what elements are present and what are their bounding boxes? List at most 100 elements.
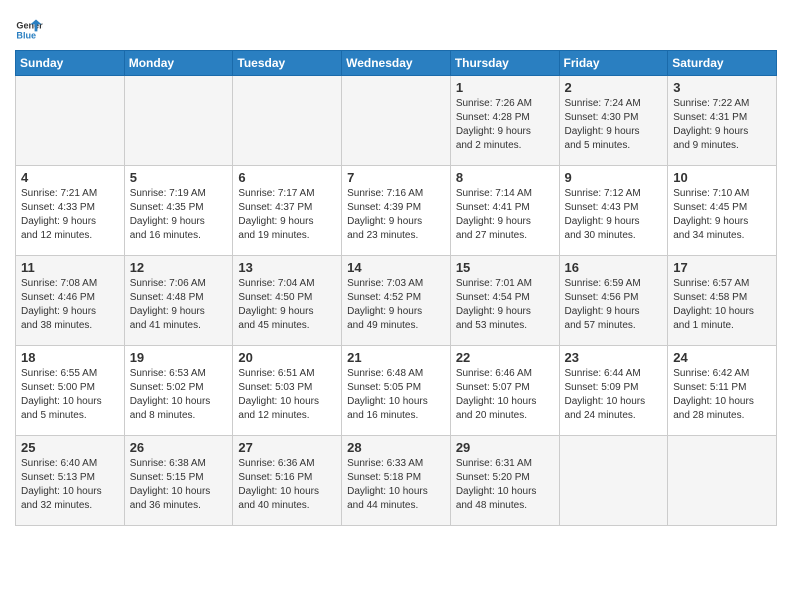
- calendar-cell: 2 Sunrise: 7:24 AM Sunset: 4:30 PM Daylig…: [559, 76, 668, 166]
- weekday-header-sunday: Sunday: [16, 51, 125, 76]
- day-info: Sunrise: 7:14 AM Sunset: 4:41 PM Dayligh…: [456, 187, 554, 243]
- calendar-cell: 21 Sunrise: 6:48 AM Sunset: 5:05 PM Dayli…: [342, 346, 451, 436]
- day-info: Sunrise: 6:48 AM Sunset: 5:05 PM Dayligh…: [347, 367, 445, 423]
- calendar-cell: 1 Sunrise: 7:26 AM Sunset: 4:28 PM Daylig…: [450, 76, 559, 166]
- day-info: Sunrise: 7:22 AM Sunset: 4:31 PM Dayligh…: [673, 97, 771, 153]
- calendar-cell: 6 Sunrise: 7:17 AM Sunset: 4:37 PM Daylig…: [233, 166, 342, 256]
- calendar-cell: 5 Sunrise: 7:19 AM Sunset: 4:35 PM Daylig…: [124, 166, 233, 256]
- svg-text:General: General: [16, 21, 43, 31]
- day-number: 12: [130, 260, 228, 275]
- day-number: 13: [238, 260, 336, 275]
- day-info: Sunrise: 7:03 AM Sunset: 4:52 PM Dayligh…: [347, 277, 445, 333]
- day-info: Sunrise: 7:08 AM Sunset: 4:46 PM Dayligh…: [21, 277, 119, 333]
- day-info: Sunrise: 7:04 AM Sunset: 4:50 PM Dayligh…: [238, 277, 336, 333]
- calendar-cell: 14Sunrise: 7:03 AM Sunset: 4:52 PM Dayli…: [342, 256, 451, 346]
- calendar-cell: 29 Sunrise: 6:31 AM Sunset: 5:20 PM Dayli…: [450, 436, 559, 526]
- day-number: 16: [565, 260, 663, 275]
- day-info: Sunrise: 7:17 AM Sunset: 4:37 PM Dayligh…: [238, 187, 336, 243]
- calendar-week-row: 11 Sunrise: 7:08 AM Sunset: 4:46 PM Dayli…: [16, 256, 777, 346]
- day-info: Sunrise: 7:19 AM Sunset: 4:35 PM Dayligh…: [130, 187, 228, 243]
- svg-text:Blue: Blue: [16, 30, 36, 40]
- day-number: 6: [238, 170, 336, 185]
- calendar-cell: 22 Sunrise: 6:46 AM Sunset: 5:07 PM Dayli…: [450, 346, 559, 436]
- day-number: 24: [673, 350, 771, 365]
- weekday-header-wednesday: Wednesday: [342, 51, 451, 76]
- calendar-cell: 3 Sunrise: 7:22 AM Sunset: 4:31 PM Daylig…: [668, 76, 777, 166]
- calendar-cell: 7Sunrise: 7:16 AM Sunset: 4:39 PM Daylig…: [342, 166, 451, 256]
- day-number: 17: [673, 260, 771, 275]
- day-number: 29: [456, 440, 554, 455]
- calendar-cell: 17 Sunrise: 6:57 AM Sunset: 4:58 PM Dayli…: [668, 256, 777, 346]
- day-info: Sunrise: 6:57 AM Sunset: 4:58 PM Dayligh…: [673, 277, 771, 333]
- day-number: 10: [673, 170, 771, 185]
- weekday-header-tuesday: Tuesday: [233, 51, 342, 76]
- calendar-cell: 10 Sunrise: 7:10 AM Sunset: 4:45 PM Dayli…: [668, 166, 777, 256]
- day-info: Sunrise: 7:10 AM Sunset: 4:45 PM Dayligh…: [673, 187, 771, 243]
- calendar-cell: 18 Sunrise: 6:55 AM Sunset: 5:00 PM Dayli…: [16, 346, 125, 436]
- day-info: Sunrise: 6:33 AM Sunset: 5:18 PM Dayligh…: [347, 457, 445, 513]
- day-info: Sunrise: 7:24 AM Sunset: 4:30 PM Dayligh…: [565, 97, 663, 153]
- calendar-cell: 11 Sunrise: 7:08 AM Sunset: 4:46 PM Dayli…: [16, 256, 125, 346]
- weekday-header-row: SundayMondayTuesdayWednesdayThursdayFrid…: [16, 51, 777, 76]
- day-info: Sunrise: 7:21 AM Sunset: 4:33 PM Dayligh…: [21, 187, 119, 243]
- day-info: Sunrise: 6:53 AM Sunset: 5:02 PM Dayligh…: [130, 367, 228, 423]
- calendar-week-row: 1 Sunrise: 7:26 AM Sunset: 4:28 PM Daylig…: [16, 76, 777, 166]
- day-info: Sunrise: 6:51 AM Sunset: 5:03 PM Dayligh…: [238, 367, 336, 423]
- day-info: Sunrise: 6:55 AM Sunset: 5:00 PM Dayligh…: [21, 367, 119, 423]
- day-number: 4: [21, 170, 119, 185]
- calendar-table: SundayMondayTuesdayWednesdayThursdayFrid…: [15, 50, 777, 526]
- day-number: 28: [347, 440, 445, 455]
- day-number: 21: [347, 350, 445, 365]
- day-info: Sunrise: 7:26 AM Sunset: 4:28 PM Dayligh…: [456, 97, 554, 153]
- day-number: 3: [673, 80, 771, 95]
- day-number: 26: [130, 440, 228, 455]
- weekday-header-thursday: Thursday: [450, 51, 559, 76]
- day-info: Sunrise: 6:36 AM Sunset: 5:16 PM Dayligh…: [238, 457, 336, 513]
- day-number: 18: [21, 350, 119, 365]
- day-number: 22: [456, 350, 554, 365]
- day-info: Sunrise: 7:16 AM Sunset: 4:39 PM Dayligh…: [347, 187, 445, 243]
- calendar-cell: 15Sunrise: 7:01 AM Sunset: 4:54 PM Dayli…: [450, 256, 559, 346]
- day-number: 25: [21, 440, 119, 455]
- day-info: Sunrise: 7:06 AM Sunset: 4:48 PM Dayligh…: [130, 277, 228, 333]
- day-info: Sunrise: 6:42 AM Sunset: 5:11 PM Dayligh…: [673, 367, 771, 423]
- calendar-cell: 12 Sunrise: 7:06 AM Sunset: 4:48 PM Dayli…: [124, 256, 233, 346]
- day-number: 20: [238, 350, 336, 365]
- calendar-cell: 8Sunrise: 7:14 AM Sunset: 4:41 PM Daylig…: [450, 166, 559, 256]
- day-number: 19: [130, 350, 228, 365]
- calendar-cell: 4 Sunrise: 7:21 AM Sunset: 4:33 PM Daylig…: [16, 166, 125, 256]
- calendar-cell: 24 Sunrise: 6:42 AM Sunset: 5:11 PM Dayli…: [668, 346, 777, 436]
- calendar-cell: [16, 76, 125, 166]
- day-info: Sunrise: 7:12 AM Sunset: 4:43 PM Dayligh…: [565, 187, 663, 243]
- day-number: 11: [21, 260, 119, 275]
- logo-icon: General Blue: [15, 16, 43, 44]
- calendar-cell: 25 Sunrise: 6:40 AM Sunset: 5:13 PM Dayli…: [16, 436, 125, 526]
- day-number: 9: [565, 170, 663, 185]
- day-number: 27: [238, 440, 336, 455]
- page-header: General Blue: [15, 10, 777, 44]
- day-info: Sunrise: 6:44 AM Sunset: 5:09 PM Dayligh…: [565, 367, 663, 423]
- calendar-cell: [124, 76, 233, 166]
- weekday-header-saturday: Saturday: [668, 51, 777, 76]
- calendar-cell: 20 Sunrise: 6:51 AM Sunset: 5:03 PM Dayli…: [233, 346, 342, 436]
- day-info: Sunrise: 6:40 AM Sunset: 5:13 PM Dayligh…: [21, 457, 119, 513]
- day-info: Sunrise: 7:01 AM Sunset: 4:54 PM Dayligh…: [456, 277, 554, 333]
- day-info: Sunrise: 6:46 AM Sunset: 5:07 PM Dayligh…: [456, 367, 554, 423]
- calendar-cell: 16 Sunrise: 6:59 AM Sunset: 4:56 PM Dayli…: [559, 256, 668, 346]
- calendar-cell: 23Sunrise: 6:44 AM Sunset: 5:09 PM Dayli…: [559, 346, 668, 436]
- day-info: Sunrise: 6:59 AM Sunset: 4:56 PM Dayligh…: [565, 277, 663, 333]
- day-number: 5: [130, 170, 228, 185]
- calendar-cell: 9 Sunrise: 7:12 AM Sunset: 4:43 PM Daylig…: [559, 166, 668, 256]
- calendar-week-row: 4 Sunrise: 7:21 AM Sunset: 4:33 PM Daylig…: [16, 166, 777, 256]
- day-number: 1: [456, 80, 554, 95]
- calendar-cell: [559, 436, 668, 526]
- calendar-cell: 28 Sunrise: 6:33 AM Sunset: 5:18 PM Dayli…: [342, 436, 451, 526]
- calendar-cell: 26 Sunrise: 6:38 AM Sunset: 5:15 PM Dayli…: [124, 436, 233, 526]
- day-info: Sunrise: 6:31 AM Sunset: 5:20 PM Dayligh…: [456, 457, 554, 513]
- calendar-cell: 27 Sunrise: 6:36 AM Sunset: 5:16 PM Dayli…: [233, 436, 342, 526]
- calendar-cell: 19 Sunrise: 6:53 AM Sunset: 5:02 PM Dayli…: [124, 346, 233, 436]
- day-info: Sunrise: 6:38 AM Sunset: 5:15 PM Dayligh…: [130, 457, 228, 513]
- calendar-week-row: 18 Sunrise: 6:55 AM Sunset: 5:00 PM Dayli…: [16, 346, 777, 436]
- day-number: 2: [565, 80, 663, 95]
- logo: General Blue: [15, 16, 47, 44]
